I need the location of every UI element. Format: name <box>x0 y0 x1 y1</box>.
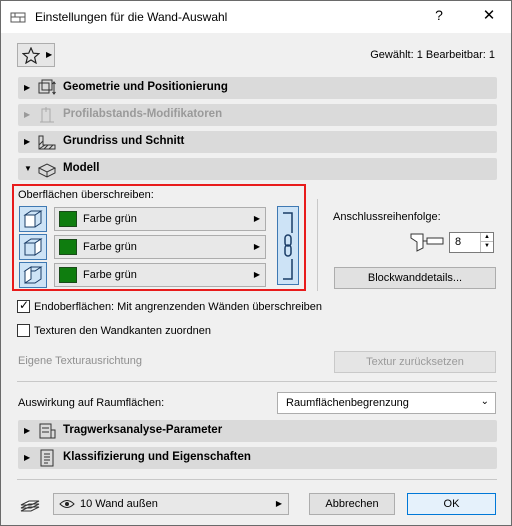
material-name: Farbe grün <box>83 213 137 225</box>
caret-right-icon: ▶ <box>253 214 260 223</box>
layer-select[interactable]: 10 Wand außen ▶ <box>53 493 289 515</box>
reset-texture-button[interactable]: Textur zurücksetzen <box>334 351 496 373</box>
section-label: Klassifizierung und Eigenschaften <box>63 451 251 463</box>
model-icon <box>37 163 57 178</box>
wall-tool-icon <box>10 12 26 23</box>
spin-down-icon[interactable]: ▼ <box>481 242 493 251</box>
zone-effect-select[interactable]: Raumflächenbegrenzung ⌄ <box>277 392 496 414</box>
override-surfaces-label: Oberflächen überschreiben: <box>18 189 154 201</box>
section-model[interactable]: ▼ Modell <box>18 158 497 180</box>
section-structural-analysis[interactable]: ▶ Tragwerksanalyse-Parameter <box>18 420 497 442</box>
link-surfaces-button[interactable] <box>277 206 299 285</box>
section-label: Profilabstands-Modifikatoren <box>63 108 223 120</box>
expand-arrow-icon: ▶ <box>24 137 31 146</box>
chain-link-icon <box>283 212 293 280</box>
help-button[interactable]: ? <box>431 7 447 23</box>
expand-arrow-icon: ▶ <box>24 83 31 92</box>
connection-order-label: Anschlussreihenfolge: <box>333 211 441 223</box>
number-spinner[interactable]: ▲ ▼ <box>480 233 493 252</box>
checkmark-icon: ✓ <box>19 298 30 312</box>
expand-arrow-icon: ▶ <box>24 426 31 435</box>
section-geometry[interactable]: ▶ Geometrie und Positionierung <box>18 77 497 99</box>
inside-face-button[interactable] <box>19 262 47 288</box>
connection-order-icon <box>410 233 444 252</box>
surface-material-select[interactable]: Farbe grün ▶ <box>54 263 266 287</box>
section-profile-offset: ▶ Profilabstands-Modifikatoren <box>18 104 497 126</box>
spin-up-icon[interactable]: ▲ <box>481 233 493 242</box>
block-wall-details-button[interactable]: Blockwanddetails... <box>334 267 496 289</box>
material-name: Farbe grün <box>83 269 137 281</box>
outside-face-icon <box>23 210 43 228</box>
expand-arrow-icon: ▶ <box>24 453 31 462</box>
material-swatch <box>59 239 77 255</box>
zone-effect-label: Auswirkung auf Raumflächen: <box>18 397 165 409</box>
chevron-down-icon: ⌄ <box>480 396 489 407</box>
caret-right-icon: ▶ <box>275 499 282 508</box>
material-swatch <box>59 267 77 283</box>
section-label: Modell <box>63 162 100 174</box>
edge-face-icon <box>23 238 43 256</box>
section-label: Geometrie und Positionierung <box>63 81 228 93</box>
section-label: Grundriss und Schnitt <box>63 135 185 147</box>
close-button[interactable]: ✕ <box>479 6 499 24</box>
expand-arrow-icon: ▶ <box>24 110 31 119</box>
ok-button[interactable]: OK <box>407 493 496 515</box>
material-swatch <box>59 211 77 227</box>
connection-order-input[interactable]: 8 ▲ ▼ <box>449 232 494 253</box>
own-texture-label: Eigene Texturausrichtung <box>18 355 142 367</box>
textures-checkbox-row[interactable]: Texturen den Wandkanten zuordnen <box>17 324 211 337</box>
eye-icon <box>59 500 75 508</box>
section-label: Tragwerksanalyse-Parameter <box>63 424 223 436</box>
settings-dialog: Einstellungen für die Wand-Auswahl ? ✕ ▶… <box>0 0 512 526</box>
horizontal-separator <box>17 479 497 480</box>
caret-right-icon: ▶ <box>253 270 260 279</box>
vertical-separator <box>317 199 318 291</box>
horizontal-separator <box>17 381 497 382</box>
outside-face-button[interactable] <box>19 206 47 232</box>
material-name: Farbe grün <box>83 241 137 253</box>
edge-face-button[interactable] <box>19 234 47 260</box>
layers-icon <box>20 500 40 512</box>
end-surfaces-checkbox[interactable]: ✓ <box>17 298 30 313</box>
surface-material-select[interactable]: Farbe grün ▶ <box>54 235 266 259</box>
window-title: Einstellungen für die Wand-Auswahl <box>35 10 228 24</box>
end-surfaces-label: Endoberflächen: Mit angrenzenden Wänden … <box>34 300 323 313</box>
textures-label: Texturen den Wandkanten zuordnen <box>34 324 211 337</box>
profile-offset-icon <box>40 107 54 123</box>
collapse-arrow-icon: ▼ <box>24 164 32 173</box>
end-surfaces-checkbox-row[interactable]: ✓ Endoberflächen: Mit angrenzenden Wände… <box>17 298 323 313</box>
geometry-icon <box>38 79 56 95</box>
layer-value: 10 Wand außen <box>80 498 158 510</box>
section-floorplan[interactable]: ▶ Grundriss und Schnitt <box>18 131 497 153</box>
title-bar: Einstellungen für die Wand-Auswahl ? ✕ <box>1 1 511 33</box>
textures-checkbox[interactable] <box>17 324 30 337</box>
structural-analysis-icon <box>39 423 56 439</box>
favorites-button[interactable]: ▶ <box>17 43 55 67</box>
star-icon <box>22 47 40 64</box>
connection-order-value: 8 <box>455 236 462 248</box>
favorites-caret-icon: ▶ <box>46 50 53 59</box>
zone-effect-value: Raumflächenbegrenzung <box>286 397 409 409</box>
section-classification[interactable]: ▶ Klassifizierung und Eigenschaften <box>18 447 497 469</box>
classification-icon <box>40 449 54 467</box>
inside-face-icon <box>23 266 43 284</box>
surface-material-select[interactable]: Farbe grün ▶ <box>54 207 266 231</box>
caret-right-icon: ▶ <box>253 242 260 251</box>
cancel-button[interactable]: Abbrechen <box>309 493 395 515</box>
selection-count: Gewählt: 1 Bearbeitbar: 1 <box>370 49 495 61</box>
floorplan-section-icon <box>38 135 56 150</box>
